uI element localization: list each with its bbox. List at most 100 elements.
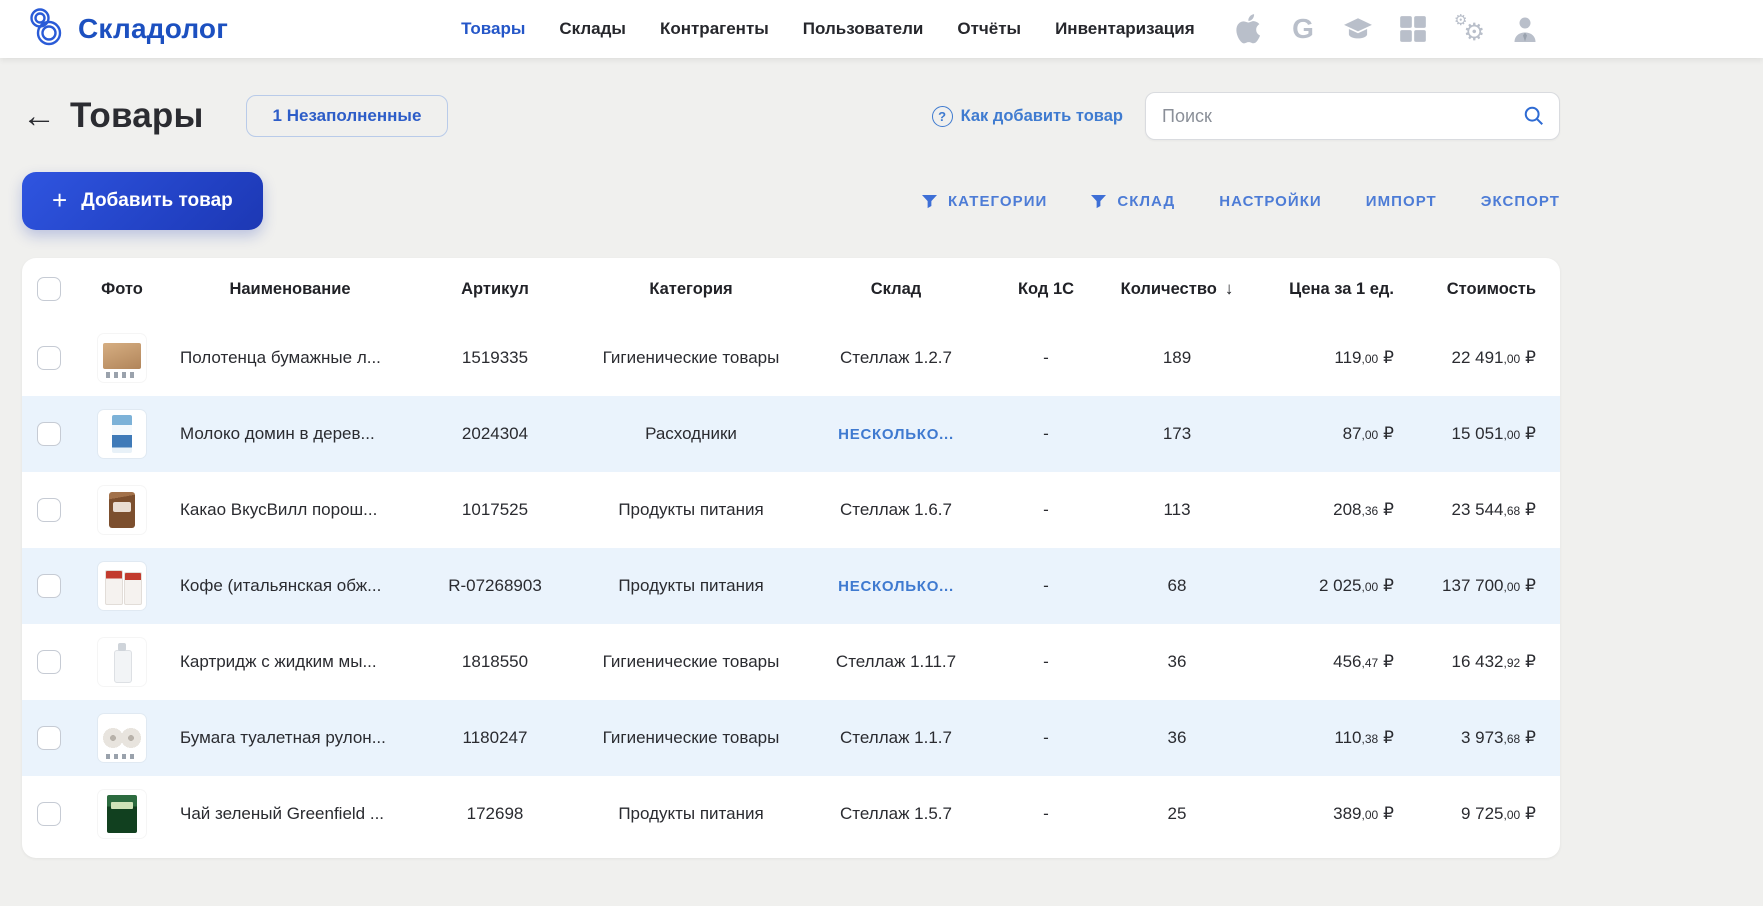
product-category: Продукты питания	[578, 804, 804, 824]
select-all-checkbox[interactable]	[37, 277, 61, 301]
product-sku: 172698	[412, 804, 578, 824]
topbar-icon-group: G ⚙⚙	[1233, 13, 1540, 45]
warehouse-cell: Стеллаж 1.2.7	[804, 348, 988, 368]
product-sku: 1017525	[412, 500, 578, 520]
col-sku: Артикул	[412, 280, 578, 299]
product-photo	[98, 334, 146, 382]
multiple-warehouses-link[interactable]: НЕСКОЛЬКО...	[838, 426, 954, 443]
nav-item-kontragenty[interactable]: Контрагенты	[660, 19, 769, 39]
unit-price-cell: 119,00₽	[1250, 348, 1400, 368]
ruble-sign: ₽	[1383, 424, 1394, 443]
unit-price-cell: 2 025,00₽	[1250, 576, 1400, 596]
row-checkbox[interactable]	[37, 422, 61, 446]
skladolog-logo-icon	[26, 6, 68, 53]
col-name: Наименование	[168, 280, 412, 299]
product-category: Гигиенические товары	[578, 652, 804, 672]
col-total: Стоимость	[1400, 280, 1560, 299]
col-photo: Фото	[76, 280, 168, 299]
product-category: Расходники	[578, 424, 804, 444]
code-1c-cell: -	[988, 728, 1104, 748]
table-row[interactable]: Бумага туалетная рулон... 1180247 Гигиен…	[22, 700, 1560, 776]
settings-gears-icon[interactable]: ⚙⚙	[1453, 13, 1485, 45]
total-cost-cell: 23 544,68₽	[1400, 500, 1560, 520]
table-row[interactable]: Полотенца бумажные л... 1519335 Гигиенич…	[22, 320, 1560, 396]
multiple-warehouses-link[interactable]: НЕСКОЛЬКО...	[838, 578, 954, 595]
table-row[interactable]: Чай зеленый Greenfield ... 172698 Продук…	[22, 776, 1560, 852]
ruble-sign: ₽	[1525, 804, 1536, 823]
product-category: Гигиенические товары	[578, 348, 804, 368]
product-photo	[98, 714, 146, 762]
settings-link[interactable]: НАСТРОЙКИ	[1219, 193, 1322, 210]
nav-item-sklady[interactable]: Склады	[559, 19, 626, 39]
quantity-cell: 113	[1104, 500, 1250, 520]
col-unit-price: Цена за 1 ед.	[1250, 280, 1400, 299]
import-link[interactable]: ИМПОРТ	[1366, 193, 1437, 210]
ruble-sign: ₽	[1525, 576, 1536, 595]
google-icon[interactable]: G	[1288, 14, 1318, 44]
nav-item-inventarizaciya[interactable]: Инвентаризация	[1055, 19, 1195, 39]
sort-descending-icon[interactable]: ↓	[1225, 279, 1234, 298]
product-sku: R-07268903	[412, 576, 578, 596]
product-photo	[98, 562, 146, 610]
code-1c-cell: -	[988, 500, 1104, 520]
warehouse-cell: Стеллаж 1.6.7	[804, 500, 988, 520]
ruble-sign: ₽	[1525, 500, 1536, 519]
search-input[interactable]	[1162, 106, 1523, 127]
table-header-row: Фото Наименование Артикул Категория Скла…	[22, 258, 1560, 320]
ruble-sign: ₽	[1383, 652, 1394, 671]
quantity-cell: 25	[1104, 804, 1250, 824]
search-icon[interactable]	[1523, 105, 1545, 127]
quantity-cell: 173	[1104, 424, 1250, 444]
add-product-button[interactable]: + Добавить товар	[22, 172, 263, 230]
row-checkbox[interactable]	[37, 650, 61, 674]
nav-item-otchety[interactable]: Отчёты	[957, 19, 1021, 39]
unit-price-cell: 87,00₽	[1250, 424, 1400, 444]
product-category: Продукты питания	[578, 500, 804, 520]
table-row[interactable]: Какао ВкусВилл порош... 1017525 Продукты…	[22, 472, 1560, 548]
ruble-sign: ₽	[1383, 348, 1394, 367]
ruble-sign: ₽	[1525, 728, 1536, 747]
col-warehouse: Склад	[804, 280, 988, 299]
quantity-cell: 36	[1104, 728, 1250, 748]
ruble-sign: ₽	[1525, 652, 1536, 671]
back-arrow-icon[interactable]: ←	[22, 99, 56, 133]
total-cost-cell: 3 973,68₽	[1400, 728, 1560, 748]
code-1c-cell: -	[988, 652, 1104, 672]
col-code1c: Код 1С	[988, 280, 1104, 299]
nav-item-tovary[interactable]: Товары	[461, 19, 525, 39]
warehouse-cell: Стеллаж 1.11.7	[804, 652, 988, 672]
product-sku: 1180247	[412, 728, 578, 748]
product-name: Молоко домин в дерев...	[168, 424, 412, 444]
row-checkbox[interactable]	[37, 498, 61, 522]
nav-item-polzovateli[interactable]: Пользователи	[803, 19, 924, 39]
account-icon[interactable]	[1510, 14, 1540, 44]
categories-filter[interactable]: КАТЕГОРИИ	[922, 193, 1047, 210]
total-cost-cell: 9 725,00₽	[1400, 804, 1560, 824]
table-row[interactable]: Молоко домин в дерев... 2024304 Расходни…	[22, 396, 1560, 472]
product-photo	[98, 410, 146, 458]
row-checkbox[interactable]	[37, 726, 61, 750]
row-checkbox[interactable]	[37, 574, 61, 598]
warehouse-filter[interactable]: СКЛАД	[1091, 193, 1175, 210]
col-quantity: Количество↓	[1104, 279, 1250, 299]
unfilled-badge-button[interactable]: 1 Незаполненные	[246, 95, 449, 137]
table-row[interactable]: Кофе (итальянская обж... R-07268903 Прод…	[22, 548, 1560, 624]
product-sku: 1818550	[412, 652, 578, 672]
row-checkbox[interactable]	[37, 802, 61, 826]
education-cap-icon[interactable]	[1343, 14, 1373, 44]
brand-logo[interactable]: Складолог	[26, 6, 228, 53]
product-category: Продукты питания	[578, 576, 804, 596]
how-to-add-help-link[interactable]: ? Как добавить товар	[932, 106, 1123, 127]
unit-price-cell: 389,00₽	[1250, 804, 1400, 824]
export-link[interactable]: ЭКСПОРТ	[1481, 193, 1560, 210]
code-1c-cell: -	[988, 804, 1104, 824]
apple-icon[interactable]	[1233, 14, 1263, 44]
product-photo	[98, 638, 146, 686]
ruble-sign: ₽	[1383, 500, 1394, 519]
ruble-sign: ₽	[1383, 576, 1394, 595]
row-checkbox[interactable]	[37, 346, 61, 370]
apps-grid-icon[interactable]	[1398, 14, 1428, 44]
table-row[interactable]: Картридж с жидким мы... 1818550 Гигиенич…	[22, 624, 1560, 700]
warehouse-cell: Стеллаж 1.1.7	[804, 728, 988, 748]
page-title: Товары	[70, 96, 204, 136]
